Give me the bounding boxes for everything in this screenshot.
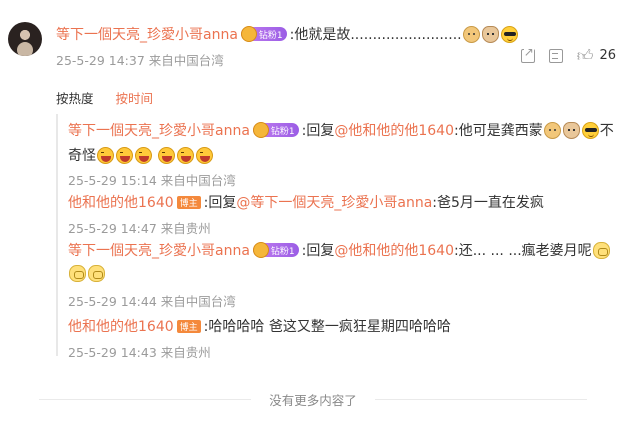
reply-item-continued [68, 265, 106, 282]
like-count: 26 [599, 48, 616, 63]
doge-emoji-icon [543, 121, 561, 139]
end-of-list: 没有更多内容了 [0, 390, 626, 409]
laugh-emoji-icon [158, 146, 175, 164]
host-badge: 博主 [176, 195, 201, 209]
laugh-emoji-icon [116, 146, 133, 164]
cat-emoji-icon [562, 121, 580, 139]
divider [39, 399, 252, 400]
bless-emoji-icon [88, 265, 105, 282]
fan-badge: 钻粉1 [240, 26, 287, 42]
host-badge: 博主 [176, 319, 201, 333]
reply-text: :他可是龚西蒙 [454, 123, 543, 139]
comment-actions: 👍︎ 26 [520, 44, 616, 63]
mention-link[interactable]: @等下一個天亮_珍愛小哥anna [236, 192, 432, 212]
avatar[interactable] [8, 22, 42, 56]
cat-emoji-icon [481, 25, 499, 43]
badge-icon [252, 122, 269, 138]
comment-icon[interactable] [548, 48, 563, 63]
reply-text: :爸5月一直在发疯 [432, 195, 544, 211]
reply-username[interactable]: 他和他的他1640 [68, 316, 174, 336]
badge-icon [252, 242, 269, 258]
reply-username[interactable]: 等下一個天亮_珍愛小哥anna [68, 240, 250, 260]
reply-meta: 25-5-29 14:44 来自中国台湾 [68, 294, 236, 309]
laugh-emoji-icon [135, 146, 152, 164]
reply-prefix: :回复 [203, 195, 237, 211]
reply-item-continued: 奇怪 [68, 145, 214, 165]
cool-emoji-icon [581, 121, 599, 139]
badge-icon [240, 26, 257, 42]
reply-username[interactable]: 等下一個天亮_珍愛小哥anna [68, 120, 250, 140]
no-more-content: 没有更多内容了 [269, 393, 357, 408]
reply-item: 等下一個天亮_珍愛小哥anna 钻粉1 :回复 @他和他的他1640 :他可是龚… [68, 120, 614, 140]
comment-header: 等下一個天亮_珍愛小哥anna 钻粉1 :他就是故...............… [56, 24, 519, 44]
reply-meta: 25-5-29 14:47 来自贵州 [68, 221, 211, 236]
laugh-emoji-icon [177, 146, 194, 164]
comment-text: :他就是故......................... [289, 27, 462, 43]
reply-prefix: :回复 [301, 123, 335, 139]
bless-emoji-icon [592, 241, 610, 259]
comment-meta: 25-5-29 14:37 来自中国台湾 [56, 53, 224, 68]
mention-link[interactable]: @他和他的他1640 [334, 120, 454, 140]
reply-meta: 25-5-29 15:14 来自中国台湾 [68, 173, 236, 188]
sort-by-hot-tab[interactable]: 按热度 [56, 88, 94, 107]
reply-list: 等下一個天亮_珍愛小哥anna 钻粉1 :回复 @他和他的他1640 :他可是龚… [56, 114, 622, 360]
reply-text: :哈哈哈哈 爸这又整一疯狂星期四哈哈哈 [203, 319, 451, 335]
sort-by-time-tab[interactable]: 按时间 [116, 88, 154, 107]
laugh-emoji-icon [97, 146, 114, 164]
fan-badge: 钻粉1 [252, 242, 299, 258]
thumbs-up-icon[interactable]: 👍︎ [577, 47, 594, 63]
badge-label: 钻粉1 [258, 30, 283, 41]
cool-emoji-icon [500, 25, 518, 43]
sort-tabs: 按热度 按时间 [56, 88, 153, 107]
divider [374, 399, 587, 400]
reply-item: 等下一個天亮_珍愛小哥anna 钻粉1 :回复 @他和他的他1640 :还...… [68, 240, 611, 260]
comment-username[interactable]: 等下一個天亮_珍愛小哥anna [56, 24, 238, 44]
reply-item: 他和他的他1640 博主 :回复 @等下一個天亮_珍愛小哥anna :爸5月一直… [68, 192, 544, 212]
share-icon[interactable] [520, 44, 535, 63]
reply-meta: 25-5-29 14:43 来自贵州 [68, 345, 211, 360]
reply-text: :还... ... ...瘋老婆月呢 [454, 243, 592, 259]
doge-emoji-icon [462, 25, 480, 43]
fan-badge: 钻粉1 [252, 122, 299, 138]
bless-emoji-icon [69, 265, 86, 282]
reply-text-wrap: 奇怪 [68, 148, 96, 164]
reply-username[interactable]: 他和他的他1640 [68, 192, 174, 212]
reply-item: 他和他的他1640 博主 :哈哈哈哈 爸这又整一疯狂星期四哈哈哈 [68, 316, 451, 336]
reply-text-tail: 不 [599, 123, 614, 139]
laugh-emoji-icon [196, 146, 213, 164]
reply-prefix: :回复 [301, 243, 335, 259]
mention-link[interactable]: @他和他的他1640 [334, 240, 454, 260]
